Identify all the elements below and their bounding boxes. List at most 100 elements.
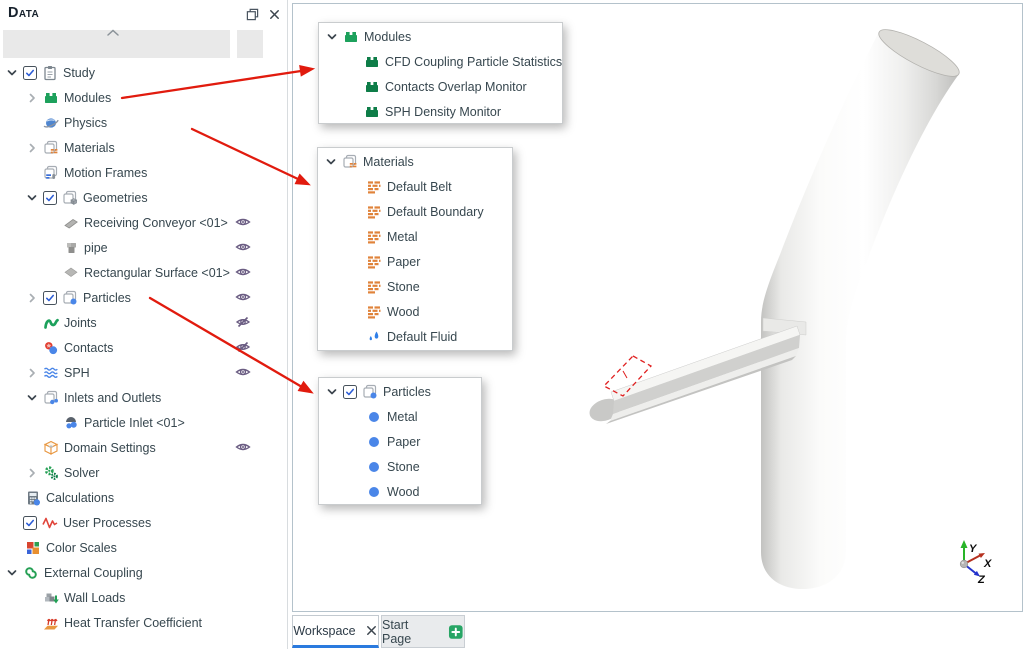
tree-item-external-coupling[interactable]: External Coupling <box>0 560 288 585</box>
chevron-down-icon[interactable] <box>26 392 38 404</box>
popup-item-label: Materials <box>363 154 414 169</box>
tab-start-page[interactable]: Start Page <box>381 615 465 648</box>
chevron-right-icon[interactable] <box>26 92 38 104</box>
collapse-caret-icon[interactable] <box>105 28 121 37</box>
popup-item-default-boundary[interactable]: Default Boundary <box>318 199 512 224</box>
eye-visible-icon[interactable] <box>235 439 251 455</box>
axis-label-y: Y <box>969 543 978 555</box>
popup-item-label: SPH Density Monitor <box>385 104 502 119</box>
popup-item-materials[interactable]: Materials <box>318 149 512 174</box>
eye-visible-icon[interactable] <box>235 239 251 255</box>
geometries-icon <box>62 190 78 206</box>
popup-item-metal-material[interactable]: Metal <box>318 224 512 249</box>
tree-item-geometries[interactable]: Geometries <box>0 185 288 210</box>
popup-item-stone-material[interactable]: Stone <box>318 274 512 299</box>
float-panel-icon[interactable] <box>246 8 259 21</box>
tree-item-wall-loads[interactable]: Wall Loads <box>0 585 288 610</box>
close-panel-icon[interactable] <box>268 8 281 21</box>
eye-visible-icon[interactable] <box>235 289 251 305</box>
popup-item-paper-particle[interactable]: Paper <box>319 429 481 454</box>
new-tab-plus-icon[interactable] <box>448 624 464 640</box>
material-icon <box>366 254 382 270</box>
eye-visible-icon[interactable] <box>235 364 251 380</box>
popup-item-wood-material[interactable]: Wood <box>318 299 512 324</box>
tree-item-label: Receiving Conveyor <01> <box>84 215 228 230</box>
chevron-down-icon[interactable] <box>6 67 18 79</box>
tree-item-label: Heat Transfer Coefficient <box>64 615 203 630</box>
tree-item-solver[interactable]: Solver <box>0 460 288 485</box>
popup-item-label: Wood <box>387 304 420 319</box>
particle-inlet-icon <box>63 415 79 431</box>
chevron-right-icon[interactable] <box>26 367 38 379</box>
tree-item-motion-frames[interactable]: Motion Frames <box>0 160 288 185</box>
material-icon <box>366 204 382 220</box>
chevron-down-icon[interactable] <box>26 192 38 204</box>
materials-icon <box>342 154 358 170</box>
chevron-down-icon[interactable] <box>326 31 338 43</box>
chevron-right-icon[interactable] <box>26 142 38 154</box>
tree-item-particle-inlet[interactable]: Particle Inlet <01> <box>0 410 288 435</box>
tree-item-study[interactable]: Study <box>0 60 288 85</box>
tree-item-modules[interactable]: Modules <box>0 85 288 110</box>
tree-item-label: User Processes <box>63 515 152 530</box>
popup-item-label: Default Boundary <box>387 204 484 219</box>
tree-item-contacts[interactable]: Contacts <box>0 335 288 360</box>
tree-item-label: Study <box>63 65 95 80</box>
tree-item-materials[interactable]: Materials <box>0 135 288 160</box>
popup-item-metal-particle[interactable]: Metal <box>319 404 481 429</box>
tree-item-particles[interactable]: Particles <box>0 285 288 310</box>
checkbox[interactable] <box>43 190 57 205</box>
tree-item-label: SPH <box>64 365 90 380</box>
eye-visible-icon[interactable] <box>235 264 251 280</box>
tab-workspace[interactable]: Workspace <box>292 615 379 648</box>
popup-item-particles[interactable]: Particles <box>319 379 481 404</box>
popup-item-wood-particle[interactable]: Wood <box>319 479 481 504</box>
tree-item-inlets-and-outlets[interactable]: Inlets and Outlets <box>0 385 288 410</box>
checkbox[interactable] <box>343 384 357 399</box>
tree-item-label: Modules <box>64 90 112 105</box>
tree-item-domain-settings[interactable]: Domain Settings <box>0 435 288 460</box>
tree-item-color-scales[interactable]: Color Scales <box>0 535 288 560</box>
tree-item-calculations[interactable]: Calculations <box>0 485 288 510</box>
tree-item-user-processes[interactable]: User Processes <box>0 510 288 535</box>
eye-visible-icon[interactable] <box>235 214 251 230</box>
chevron-right-icon[interactable] <box>26 292 38 304</box>
close-tab-icon[interactable] <box>365 624 378 637</box>
tree-item-sph[interactable]: SPH <box>0 360 288 385</box>
popup-item-stone-particle[interactable]: Stone <box>319 454 481 479</box>
particle-icon <box>366 459 382 475</box>
user-processes-icon <box>42 515 58 531</box>
wall-loads-icon <box>43 590 59 606</box>
checkbox[interactable] <box>23 515 37 530</box>
tree-item-label: pipe <box>84 240 108 255</box>
chevron-down-icon[interactable] <box>325 156 337 168</box>
tree-item-pipe[interactable]: pipe <box>0 235 288 260</box>
popup-item-sph-density[interactable]: SPH Density Monitor <box>319 99 562 124</box>
popup-item-contacts-overlap[interactable]: Contacts Overlap Monitor <box>319 74 562 99</box>
tree-item-physics[interactable]: Physics <box>0 110 288 135</box>
axes-triad: Y X Z <box>959 540 992 586</box>
sph-icon <box>43 365 59 381</box>
bottom-tab-bar: Workspace Start Page <box>290 613 1029 649</box>
chevron-down-icon[interactable] <box>326 386 338 398</box>
eye-hidden-icon[interactable] <box>235 314 251 330</box>
tree-item-joints[interactable]: Joints <box>0 310 288 335</box>
chevron-down-icon[interactable] <box>6 567 18 579</box>
eye-hidden-icon[interactable] <box>235 339 251 355</box>
tree-item-rectangular-surface[interactable]: Rectangular Surface <01> <box>0 260 288 285</box>
study-icon <box>42 65 58 81</box>
data-panel: Data Study Modules Physics Materials Mot… <box>0 0 288 649</box>
checkbox[interactable] <box>43 290 57 305</box>
popup-item-cfd-coupling[interactable]: CFD Coupling Particle Statistics <box>319 49 562 74</box>
tree-item-label: Motion Frames <box>64 165 148 180</box>
popup-item-default-fluid[interactable]: Default Fluid <box>318 324 512 349</box>
tree-item-receiving-conveyor[interactable]: Receiving Conveyor <01> <box>0 210 288 235</box>
domain-settings-icon <box>43 440 59 456</box>
popup-item-modules[interactable]: Modules <box>319 24 562 49</box>
panel-filter-button[interactable] <box>237 30 263 58</box>
chevron-right-icon[interactable] <box>26 467 38 479</box>
popup-item-paper-material[interactable]: Paper <box>318 249 512 274</box>
tree-item-heat-transfer-coefficient[interactable]: Heat Transfer Coefficient <box>0 610 288 635</box>
popup-item-default-belt[interactable]: Default Belt <box>318 174 512 199</box>
checkbox[interactable] <box>23 65 37 80</box>
